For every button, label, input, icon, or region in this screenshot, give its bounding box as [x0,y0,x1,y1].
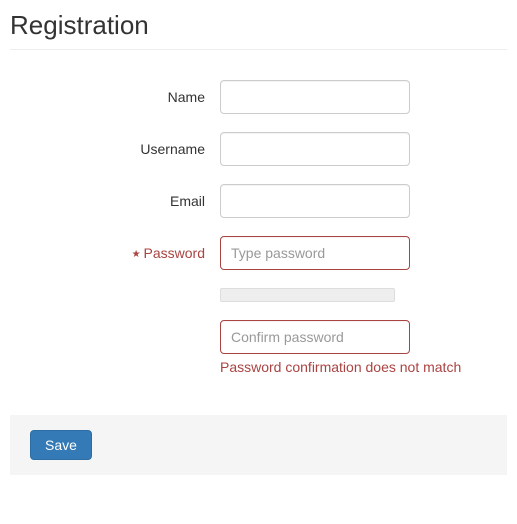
name-label: Name [10,89,220,105]
email-input[interactable] [220,184,410,218]
password-label: ★Password [10,245,220,261]
registration-form: Name Username Email ★Password [10,60,507,375]
field-name: Name [10,80,507,114]
field-email: Email [10,184,507,218]
save-button[interactable]: Save [30,430,92,460]
password-input[interactable] [220,236,410,270]
field-password: ★Password [10,236,507,270]
field-username: Username [10,132,507,166]
name-input[interactable] [220,80,410,114]
password-confirm-error: Password confirmation does not match [220,359,507,375]
username-label: Username [10,141,220,157]
field-password-confirm: Password confirmation does not match [10,320,507,375]
required-star-icon: ★ [132,249,141,260]
password-confirm-input[interactable] [220,320,410,354]
field-password-strength [10,288,507,302]
password-label-text: Password [144,245,205,261]
form-footer: Save [10,415,507,475]
email-label: Email [10,193,220,209]
username-input[interactable] [220,132,410,166]
page-title: Registration [10,10,507,50]
password-strength-meter [220,288,395,302]
